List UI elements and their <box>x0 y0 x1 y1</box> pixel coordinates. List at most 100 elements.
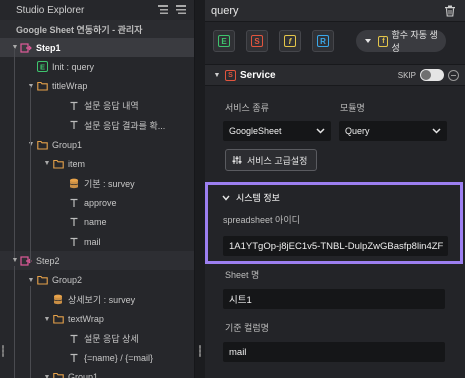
service-label: Service <box>240 69 276 81</box>
panel-splitter[interactable] <box>195 0 205 378</box>
advanced-settings-label: 서비스 고급설정 <box>247 155 308 166</box>
step-icon <box>20 42 32 54</box>
properties-panel: query E S f R f 함수 자동 생성 ▼ S Service SKI… <box>205 0 465 378</box>
folder-icon <box>36 139 48 151</box>
s-type-icon: S <box>251 35 263 47</box>
tree-item-label: 설문 응답 상세 <box>84 334 139 344</box>
spreadsheet-id-field[interactable]: 1A1YTgOp-j8jEC1v5-TNBL-DulpZwGBasfp8lin4… <box>223 236 448 256</box>
auto-function-label: 함수 자동 생성 <box>391 30 438 53</box>
tree-item-label: Step1 <box>36 42 61 53</box>
project-title: Google Sheet 연동하기 - 관리자 <box>0 20 194 38</box>
tree-item-label: titleWrap <box>52 81 88 92</box>
explorer-title: Studio Explorer <box>16 4 85 16</box>
text-icon <box>68 236 80 248</box>
service-s-icon: S <box>225 69 236 81</box>
tree-item-label: Group1 <box>68 372 99 378</box>
folder-icon <box>52 371 64 378</box>
tree-item[interactable]: E Init : query <box>0 57 194 76</box>
folder-icon <box>36 274 48 286</box>
query-header: query <box>205 0 465 22</box>
expand-caret-icon[interactable]: ▼ <box>10 44 20 51</box>
expand-caret-icon[interactable]: ▼ <box>26 141 36 148</box>
service-type-label: 서비스 종류 <box>225 103 269 113</box>
auto-function-button[interactable]: f 함수 자동 생성 <box>356 30 446 53</box>
r-type-icon: R <box>317 35 329 47</box>
service-section-header[interactable]: ▼ S Service SKIP <box>205 64 465 86</box>
expand-caret-icon[interactable]: ▼ <box>42 374 52 378</box>
expand-all-icon[interactable] <box>174 3 188 17</box>
studio-explorer: Studio Explorer Google Sheet 연동하기 - 관리자 … <box>0 0 195 378</box>
text-icon <box>68 352 80 364</box>
f-type-icon: f <box>284 35 296 47</box>
system-info-header[interactable]: 시스템 정보 <box>222 191 280 204</box>
caret-down-icon <box>362 34 374 48</box>
expand-caret-icon[interactable]: ▼ <box>42 316 52 323</box>
module-label: 모듈명 <box>340 103 365 113</box>
query-name: query <box>211 4 239 17</box>
skip-toggle[interactable] <box>420 69 444 81</box>
collapse-all-icon[interactable] <box>156 3 170 17</box>
expand-caret-icon[interactable]: ▼ <box>10 257 20 264</box>
tree-guide-line <box>14 266 15 378</box>
f-type-button[interactable]: f <box>279 30 301 52</box>
text-icon <box>68 119 80 131</box>
tree-item-label: 설문 응답 내역 <box>84 101 139 112</box>
tree-item[interactable]: ▼ Step1 <box>0 38 194 57</box>
tree-item-label: 기본 : survey <box>84 178 135 189</box>
skip-label: SKIP <box>397 70 416 80</box>
tree-guide-line <box>14 48 15 258</box>
service-type-select[interactable]: GoogleSheet <box>223 121 331 141</box>
svg-text:E: E <box>39 63 44 72</box>
chevron-down-icon <box>432 126 441 136</box>
spreadsheet-id-label: spreadsheet 아이디 <box>223 215 300 225</box>
system-info-section: 시스템 정보 spreadsheet 아이디 1A1YTgOp-j8jEC1v5… <box>205 182 463 264</box>
function-icon: f <box>378 35 389 47</box>
text-icon <box>68 100 80 112</box>
folder-icon <box>52 158 64 170</box>
text-icon <box>68 333 80 345</box>
expand-caret-icon[interactable]: ▼ <box>26 277 36 284</box>
service-type-value: GoogleSheet <box>229 126 282 136</box>
chevron-down-icon <box>222 195 230 201</box>
tree-item-label: Step2 <box>36 255 60 266</box>
tree-item-label: textWrap <box>68 314 104 325</box>
explorer-header: Studio Explorer <box>0 0 194 20</box>
tree-item-label: mail <box>84 236 101 247</box>
sheet-name-field[interactable]: 시트1 <box>223 289 445 309</box>
module-value: Query <box>345 126 370 136</box>
tree-guide-line <box>30 162 31 262</box>
tree-guide-line <box>30 286 31 378</box>
folder-icon <box>36 80 48 92</box>
s-type-button[interactable]: S <box>246 30 268 52</box>
expand-caret-icon[interactable]: ▼ <box>42 160 52 167</box>
init-e-icon: E <box>36 61 48 73</box>
text-icon <box>68 216 80 228</box>
text-icon <box>68 197 80 209</box>
e-type-button[interactable]: E <box>213 30 235 52</box>
tree-item-label: item <box>68 158 86 169</box>
left-edge-handle-icon[interactable] <box>2 345 4 357</box>
tree-item-label: 설문 응답 결과를 확... <box>84 120 166 131</box>
database-icon <box>52 294 64 306</box>
expand-caret-icon[interactable]: ▼ <box>26 83 36 90</box>
tree-item-label: 상세보기 : survey <box>68 295 136 306</box>
chevron-down-icon <box>316 126 325 136</box>
module-select[interactable]: Query <box>339 121 447 141</box>
collapse-caret-icon[interactable]: ▼ <box>209 72 225 79</box>
system-info-title: 시스템 정보 <box>236 193 280 203</box>
tree-item-label: Group1 <box>52 139 83 150</box>
tree-item-label: Group2 <box>52 275 83 286</box>
tree-item-label: {=name} / {=mail} <box>84 352 154 363</box>
tree-item-label: approve <box>84 197 117 208</box>
tree-item-label: name <box>84 217 107 228</box>
trash-icon[interactable] <box>443 4 457 18</box>
sheet-name-label: Sheet 명 <box>225 270 260 280</box>
remove-circle-icon[interactable] <box>448 69 459 81</box>
r-type-button[interactable]: R <box>312 30 334 52</box>
e-type-icon: E <box>218 35 230 47</box>
key-column-field[interactable]: mail <box>223 342 445 362</box>
key-column-label: 기준 컬럼명 <box>225 323 269 333</box>
drag-handle-icon[interactable] <box>199 345 201 357</box>
query-type-toolbar: E S f R f 함수 자동 생성 <box>205 30 465 56</box>
advanced-settings-button[interactable]: 서비스 고급설정 <box>225 149 317 171</box>
